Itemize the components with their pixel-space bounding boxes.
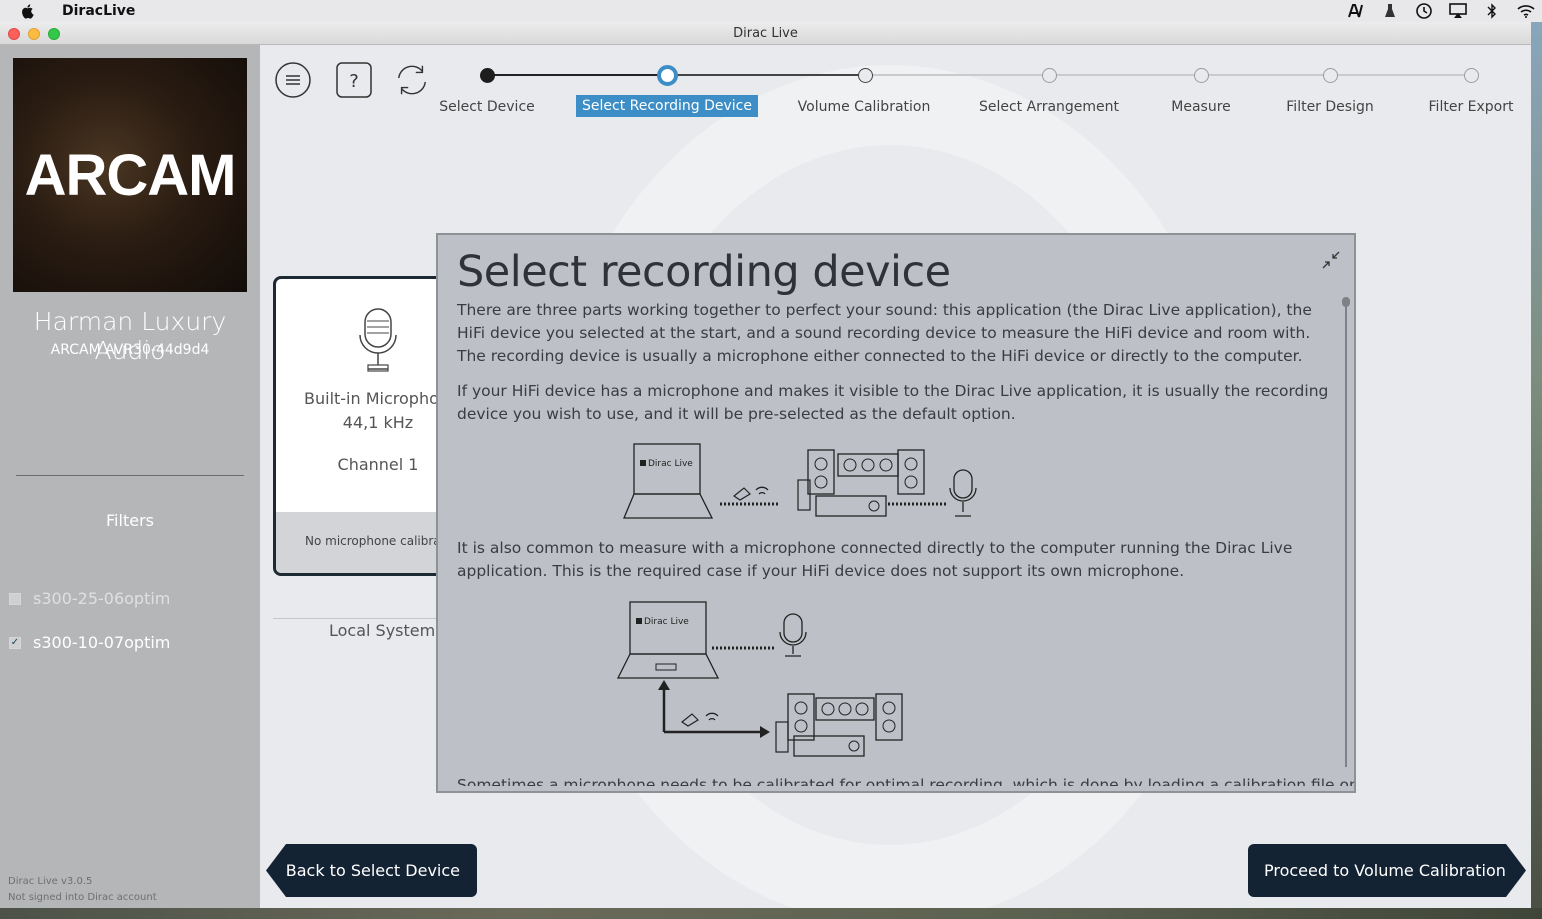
help-paragraph: There are three parts working together t…	[457, 301, 1312, 365]
close-window-button[interactable]	[8, 28, 20, 40]
step-filter-design[interactable]: Filter Design	[1286, 99, 1373, 115]
laptop-screen-label: Dirac Live	[644, 617, 689, 627]
computer-microphone-diagram: Dirac Live	[616, 601, 903, 757]
filter-label: s300-25-06optim	[33, 589, 171, 608]
laptop-screen-label: Dirac Live	[648, 459, 693, 469]
apple-icon[interactable]	[20, 3, 36, 19]
brand-logo: ARCAM	[13, 58, 247, 292]
microphone-icon	[359, 308, 397, 372]
window-controls	[8, 28, 60, 40]
font-icon[interactable]	[1346, 2, 1366, 20]
step-volume-calibration[interactable]: Volume Calibration	[798, 99, 931, 115]
help-paragraph: It is also common to measure with a micr…	[457, 539, 1293, 580]
wifi-icon[interactable]	[1516, 2, 1536, 20]
progress-stepper: Select Device Select Recording Device Vo…	[260, 45, 1531, 135]
group-divider	[273, 618, 437, 619]
brand-logo-text: ARCAM	[24, 142, 237, 208]
collapse-icon[interactable]	[1322, 251, 1340, 269]
help-paragraph-cut: Sometimes a microphone needs to be calib…	[457, 776, 1356, 786]
back-button[interactable]: Back to Select Device	[266, 844, 477, 897]
step-connector-done	[487, 74, 667, 76]
version-label: Dirac Live v3.0.5	[8, 876, 93, 887]
help-popup-title: Select recording device	[457, 247, 951, 297]
window-title: Dirac Live	[733, 25, 798, 41]
help-popup: Select recording device There are three …	[436, 233, 1356, 793]
filter-checkbox[interactable]	[9, 592, 21, 605]
step-dot[interactable]	[1464, 68, 1479, 83]
bluetooth-icon[interactable]	[1482, 2, 1502, 20]
device-group-label: Local System	[329, 621, 436, 640]
step-dot[interactable]	[1323, 68, 1338, 83]
desktop-background	[1530, 0, 1542, 919]
filters-heading: Filters	[106, 511, 154, 530]
step-dot[interactable]	[1194, 68, 1209, 83]
sidebar: ARCAM Harman Luxury Audio ARCAM AVR30-44…	[0, 45, 260, 908]
filter-label: s300-10-07optim	[33, 633, 171, 652]
avr-microphone-diagram: Dirac Live	[623, 443, 977, 519]
filter-item[interactable]: s300-25-06optim	[9, 589, 170, 608]
step-measure[interactable]: Measure	[1171, 99, 1231, 115]
sidebar-divider	[16, 475, 244, 476]
step-dot[interactable]	[858, 68, 873, 83]
status-tray	[1346, 2, 1536, 20]
filter-item[interactable]: ✓ s300-10-07optim	[9, 633, 170, 652]
step-select-device[interactable]: Select Device	[439, 99, 535, 115]
step-dot[interactable]	[1042, 68, 1057, 83]
time-machine-icon[interactable]	[1414, 2, 1434, 20]
app-window: Dirac Live ARCAM Harman Luxury Audio ARC…	[0, 22, 1531, 908]
step-select-arrangement[interactable]: Select Arrangement	[979, 99, 1119, 115]
version-info: Dirac Live v3.0.5 Not signed into Dirac …	[8, 874, 157, 906]
minimize-window-button[interactable]	[28, 28, 40, 40]
popup-scrollbar-track[interactable]	[1345, 297, 1347, 767]
step-select-recording-device[interactable]: Select Recording Device	[576, 95, 758, 117]
menu-bar: DiracLive	[0, 0, 1542, 22]
zoom-window-button[interactable]	[48, 28, 60, 40]
device-name: ARCAM AVR30-44d9d4	[50, 342, 210, 358]
step-connector-next	[667, 74, 865, 76]
help-paragraph: If your HiFi device has a microphone and…	[457, 382, 1329, 423]
title-bar: Dirac Live	[0, 22, 1531, 45]
filter-checkbox-checked[interactable]: ✓	[9, 636, 21, 649]
desktop-background-bottom	[0, 908, 1542, 919]
flask-icon[interactable]	[1380, 2, 1400, 20]
main-content: ? Select Device Select Recording Device …	[260, 45, 1531, 908]
app-name-menu[interactable]: DiracLive	[62, 3, 135, 19]
step-filter-export[interactable]: Filter Export	[1429, 99, 1514, 115]
account-status: Not signed into Dirac account	[8, 892, 157, 903]
step-dot-done[interactable]	[480, 68, 495, 83]
popup-scrollbar-thumb[interactable]	[1342, 297, 1350, 307]
airplay-icon[interactable]	[1448, 2, 1468, 20]
proceed-button[interactable]: Proceed to Volume Calibration	[1248, 844, 1526, 897]
step-dot-active[interactable]	[657, 65, 678, 86]
